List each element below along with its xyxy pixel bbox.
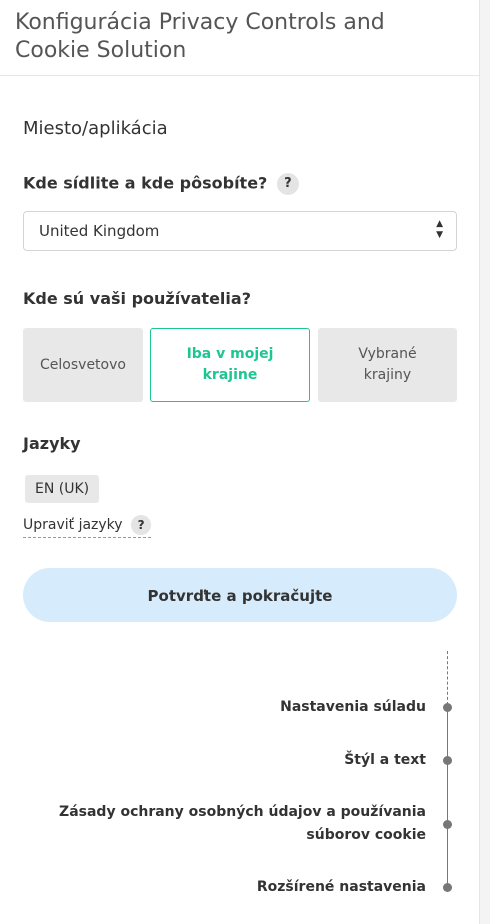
option-selected-countries-label: Vybrané krajiny — [358, 346, 417, 383]
country-select[interactable]: United Kingdom ▲ ▼ — [23, 211, 457, 251]
confirm-continue-button[interactable]: Potvrďte a pokračujte — [23, 568, 457, 622]
edit-languages-label: Upraviť jazyky — [23, 517, 123, 533]
edit-languages-link[interactable]: Upraviť jazyky ? — [23, 514, 152, 538]
timeline-dashed-line — [447, 651, 448, 705]
step-dot — [443, 756, 452, 765]
option-worldwide[interactable]: Celosvetovo — [23, 328, 143, 402]
languages-label: Jazyky — [23, 434, 81, 453]
step-style-text[interactable]: Štýl a text — [344, 749, 426, 772]
scroll-edge — [479, 0, 490, 924]
location-question-label: Kde sídlite a kde pôsobíte? — [23, 173, 268, 193]
users-question: Kde sú vaši používatelia? — [23, 289, 251, 308]
header: Konfigurácia Privacy Controls and Cookie… — [0, 0, 479, 76]
step-privacy-cookie-policy[interactable]: Zásady ochrany osobných údajov a používa… — [46, 801, 426, 847]
step-dot — [443, 820, 452, 829]
option-my-country-label: Iba v mojej krajine — [186, 346, 274, 383]
select-arrows-icon: ▲ ▼ — [436, 219, 443, 240]
option-worldwide-label: Celosvetovo — [40, 356, 126, 373]
option-selected-countries[interactable]: Vybrané krajiny — [318, 328, 457, 402]
step-dot — [443, 883, 452, 892]
country-select-value: United Kingdom — [39, 222, 160, 240]
step-compliance-settings[interactable]: Nastavenia súladu — [280, 696, 426, 719]
section-title-place: Miesto/aplikácia — [23, 118, 168, 139]
page-title: Konfigurácia Privacy Controls and Cookie… — [15, 10, 385, 63]
step-advanced-settings[interactable]: Rozšírené nastavenia — [257, 876, 426, 899]
language-chip: EN (UK) — [25, 475, 100, 503]
location-question: Kde sídlite a kde pôsobíte? ? — [23, 173, 299, 195]
timeline-line — [447, 705, 448, 888]
step-dot — [443, 703, 452, 712]
help-icon-location[interactable]: ? — [276, 173, 299, 195]
help-icon-languages[interactable]: ? — [131, 515, 152, 535]
option-my-country[interactable]: Iba v mojej krajine — [150, 328, 310, 402]
